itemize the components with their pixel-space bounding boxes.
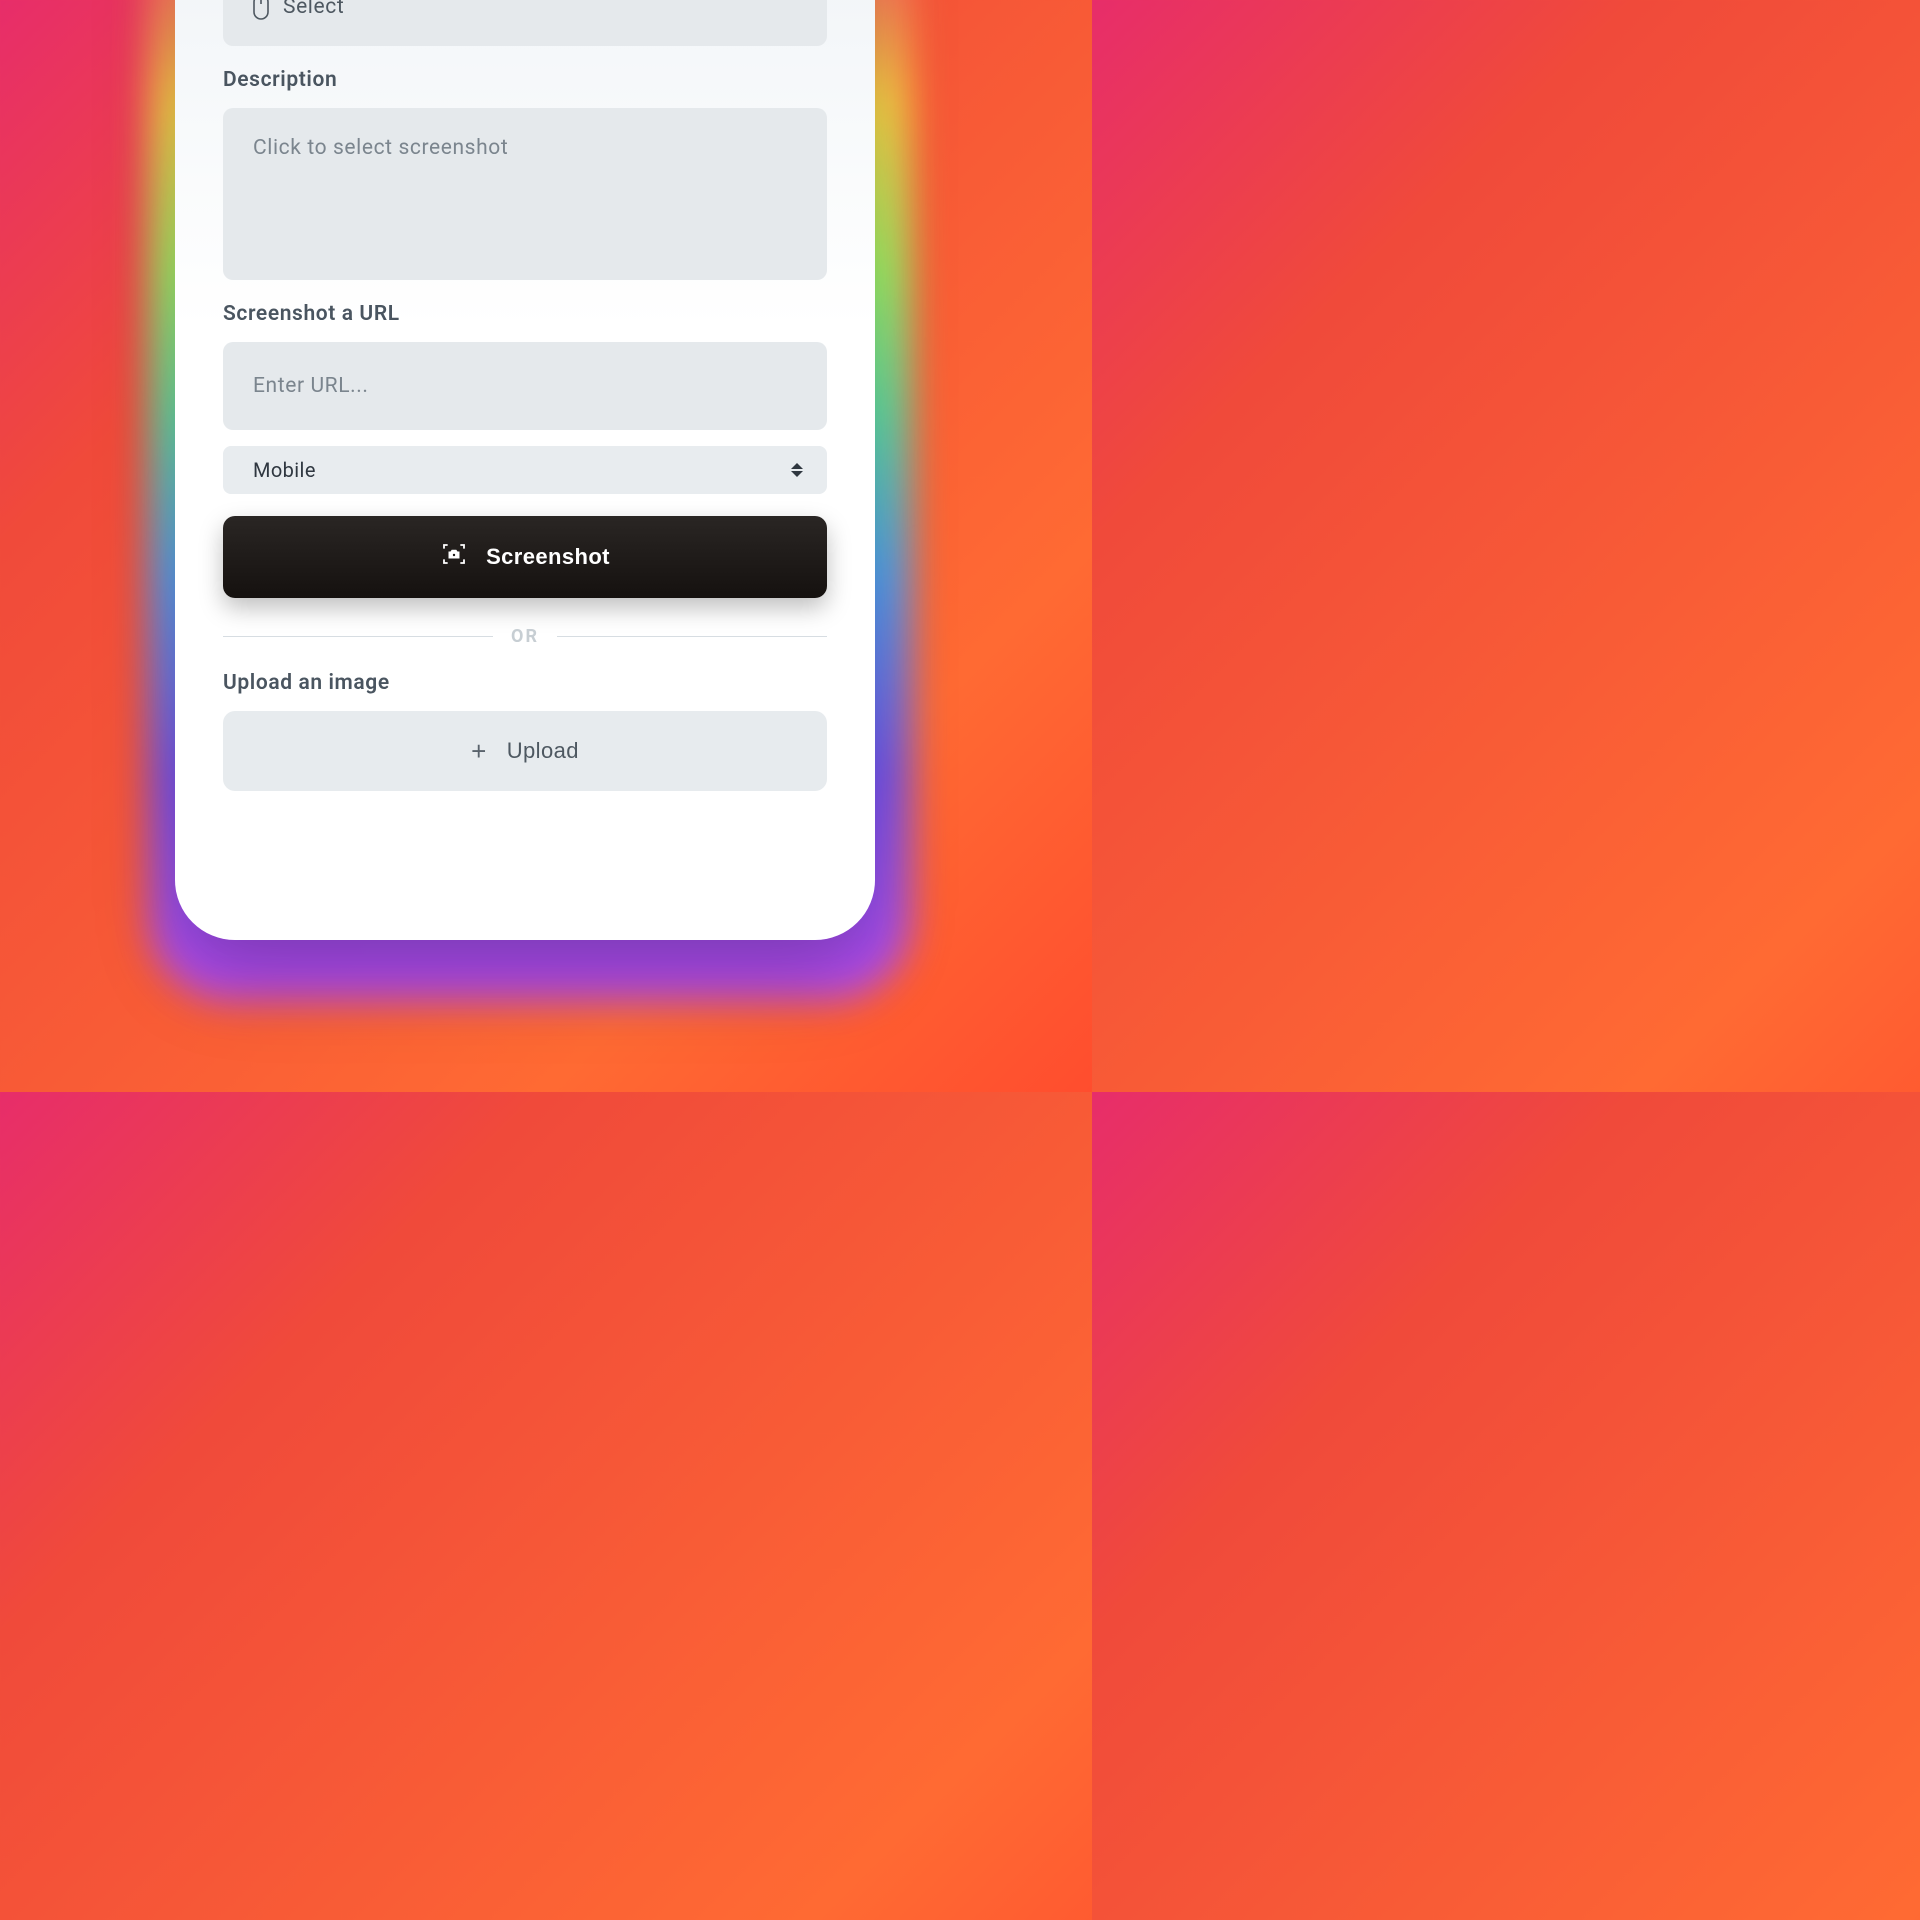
description-textarea[interactable] bbox=[223, 108, 827, 280]
divider-line-left bbox=[223, 636, 493, 637]
form-card: Select Description Screenshot a URL Mobi… bbox=[175, 0, 875, 940]
select-button-label: Select bbox=[283, 0, 344, 19]
upload-button[interactable]: + Upload bbox=[223, 711, 827, 791]
screenshot-button[interactable]: Screenshot bbox=[223, 516, 827, 598]
or-divider: OR bbox=[223, 626, 827, 647]
description-label: Description bbox=[223, 68, 827, 92]
url-input[interactable] bbox=[223, 342, 827, 430]
divider-line-right bbox=[557, 636, 827, 637]
select-screenshot-button[interactable]: Select bbox=[223, 0, 827, 46]
device-select-wrap: Mobile bbox=[223, 446, 827, 494]
screenshot-button-label: Screenshot bbox=[486, 544, 610, 570]
upload-label: Upload an image bbox=[223, 671, 827, 695]
upload-button-label: Upload bbox=[507, 738, 579, 764]
screenshot-url-label: Screenshot a URL bbox=[223, 302, 827, 326]
mouse-icon bbox=[251, 0, 271, 21]
divider-text: OR bbox=[511, 626, 539, 647]
camera-capture-icon bbox=[440, 540, 468, 574]
device-select[interactable]: Mobile bbox=[223, 446, 827, 494]
plus-icon: + bbox=[471, 738, 487, 764]
